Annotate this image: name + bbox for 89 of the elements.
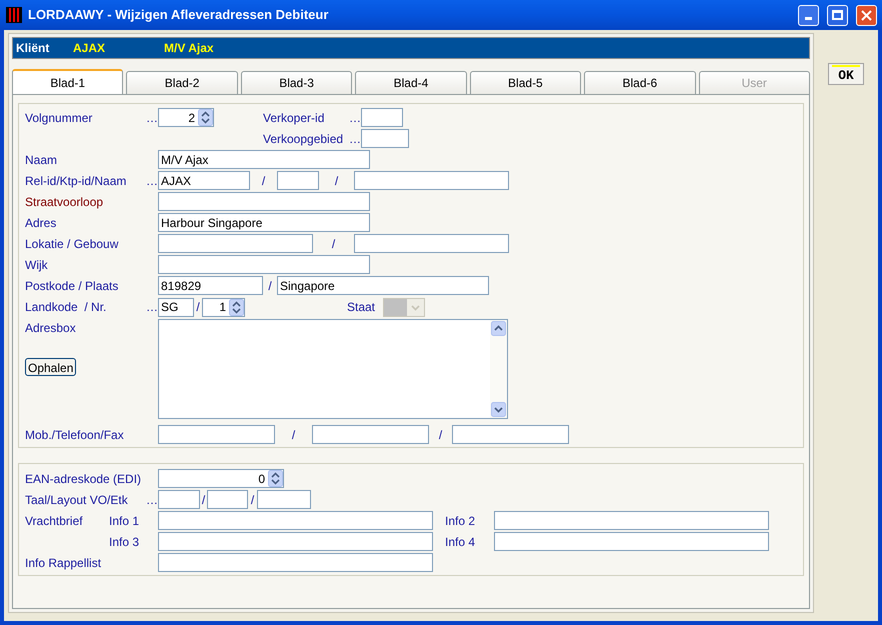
text-field[interactable]: Singapore xyxy=(277,276,489,295)
separator-slash: / xyxy=(290,426,296,444)
text-field[interactable] xyxy=(494,532,769,551)
text-field[interactable] xyxy=(452,425,569,444)
address-text-area[interactable] xyxy=(158,319,508,419)
lookup-dots: … xyxy=(349,110,361,126)
text-field[interactable] xyxy=(257,490,311,509)
spin-field[interactable]: 2 xyxy=(158,108,214,127)
separator-slash: / xyxy=(195,299,201,316)
field-label: Vrachtbrief xyxy=(25,512,84,530)
text-field[interactable] xyxy=(158,425,275,444)
spin-field[interactable]: 0 xyxy=(158,469,284,488)
field-label: Volgnummer xyxy=(25,110,94,126)
text-field[interactable]: Harbour Singapore xyxy=(158,213,370,232)
lookup-dots: … xyxy=(146,299,158,316)
scroll-down-icon[interactable] xyxy=(491,402,506,417)
text-field[interactable]: AJAX xyxy=(158,171,250,190)
tab[interactable]: Blad-5 xyxy=(470,71,582,94)
spin-icon[interactable] xyxy=(268,470,283,487)
text-field[interactable] xyxy=(494,511,769,530)
client-name: M/V Ajax xyxy=(164,40,214,57)
text-field[interactable] xyxy=(158,255,370,274)
separator-slash: / xyxy=(334,172,340,190)
lookup-dots: … xyxy=(349,130,361,148)
text-field[interactable]: 819829 xyxy=(158,276,263,295)
text-field[interactable] xyxy=(277,171,319,190)
field-label: Verkoopgebied xyxy=(263,130,344,148)
maximize-button[interactable] xyxy=(827,4,848,26)
text-field[interactable] xyxy=(158,234,313,253)
text-field[interactable] xyxy=(207,490,248,509)
client-code: AJAX xyxy=(73,40,106,57)
field-label: Mob./Telefoon/Fax xyxy=(25,426,125,444)
field-label: Staat xyxy=(347,299,376,316)
field-label: Info 3 xyxy=(109,534,140,550)
field-label: Rel-id/Ktp-id/Naam xyxy=(25,172,128,190)
separator-slash: / xyxy=(260,172,266,190)
field-label: Info 1 xyxy=(109,512,140,530)
field-label: Info 4 xyxy=(445,534,476,550)
minimize-button[interactable] xyxy=(798,4,819,26)
field-label: Landkode / Nr. xyxy=(25,299,108,316)
separator-slash: / xyxy=(267,278,273,294)
spin-icon[interactable] xyxy=(229,298,244,316)
tab[interactable]: Blad-2 xyxy=(126,71,238,94)
field-label: Straatvoorloop xyxy=(25,194,104,210)
spin-field[interactable]: 1 xyxy=(202,298,245,316)
text-field[interactable] xyxy=(354,234,509,253)
text-field[interactable] xyxy=(158,511,433,530)
ok-button[interactable]: OK xyxy=(828,63,864,85)
field-label: Adresbox xyxy=(25,320,77,337)
close-button[interactable] xyxy=(856,4,877,26)
close-icon[interactable] xyxy=(861,10,872,20)
separator-slash: / xyxy=(250,492,256,508)
separator-slash: / xyxy=(438,426,444,444)
tab[interactable]: Blad-3 xyxy=(240,71,352,94)
text-field[interactable] xyxy=(354,171,509,190)
separator-slash: / xyxy=(330,236,336,252)
field-label: Taal/Layout VO/Etk xyxy=(25,492,129,508)
field-label: Naam xyxy=(25,152,58,168)
text-field[interactable] xyxy=(158,553,433,572)
scrollbar[interactable] xyxy=(490,320,507,418)
text-field[interactable]: SG xyxy=(158,298,194,316)
text-field[interactable]: M/V Ajax xyxy=(158,150,370,169)
field-label: Wijk xyxy=(25,256,49,274)
scroll-up-icon[interactable] xyxy=(491,321,506,336)
text-field[interactable] xyxy=(361,129,409,148)
field-label: Postkode / Plaats xyxy=(25,278,120,294)
separator-slash: / xyxy=(200,492,206,508)
field-label: Info Rappellist xyxy=(25,554,102,572)
text-field[interactable] xyxy=(361,108,403,127)
tab[interactable]: Blad-1 xyxy=(12,69,124,94)
field-label: EAN-adreskode (EDI) xyxy=(25,470,142,488)
fetch-button[interactable]: Ophalen xyxy=(25,358,76,376)
tab[interactable]: Blad-6 xyxy=(584,71,696,94)
text-field[interactable] xyxy=(158,532,433,551)
lookup-dots: … xyxy=(146,492,158,508)
field-label: Verkoper-id xyxy=(263,110,326,126)
app-icon xyxy=(6,7,22,23)
text-field[interactable] xyxy=(312,425,429,444)
lookup-dots: … xyxy=(146,110,158,126)
lookup-dots: … xyxy=(146,172,158,190)
window-title: LORDAAWY - Wijzigen Afleveradressen Debiteur xyxy=(28,6,330,24)
field-label: Adres xyxy=(25,214,58,232)
spin-icon[interactable] xyxy=(198,109,213,126)
client-label: Kliënt xyxy=(16,40,50,57)
text-field[interactable] xyxy=(158,490,200,509)
field-label: Info 2 xyxy=(445,512,476,530)
text-field[interactable] xyxy=(158,192,370,211)
tab[interactable]: Blad-4 xyxy=(355,71,467,94)
field-label: Lokatie / Gebouw xyxy=(25,236,120,252)
